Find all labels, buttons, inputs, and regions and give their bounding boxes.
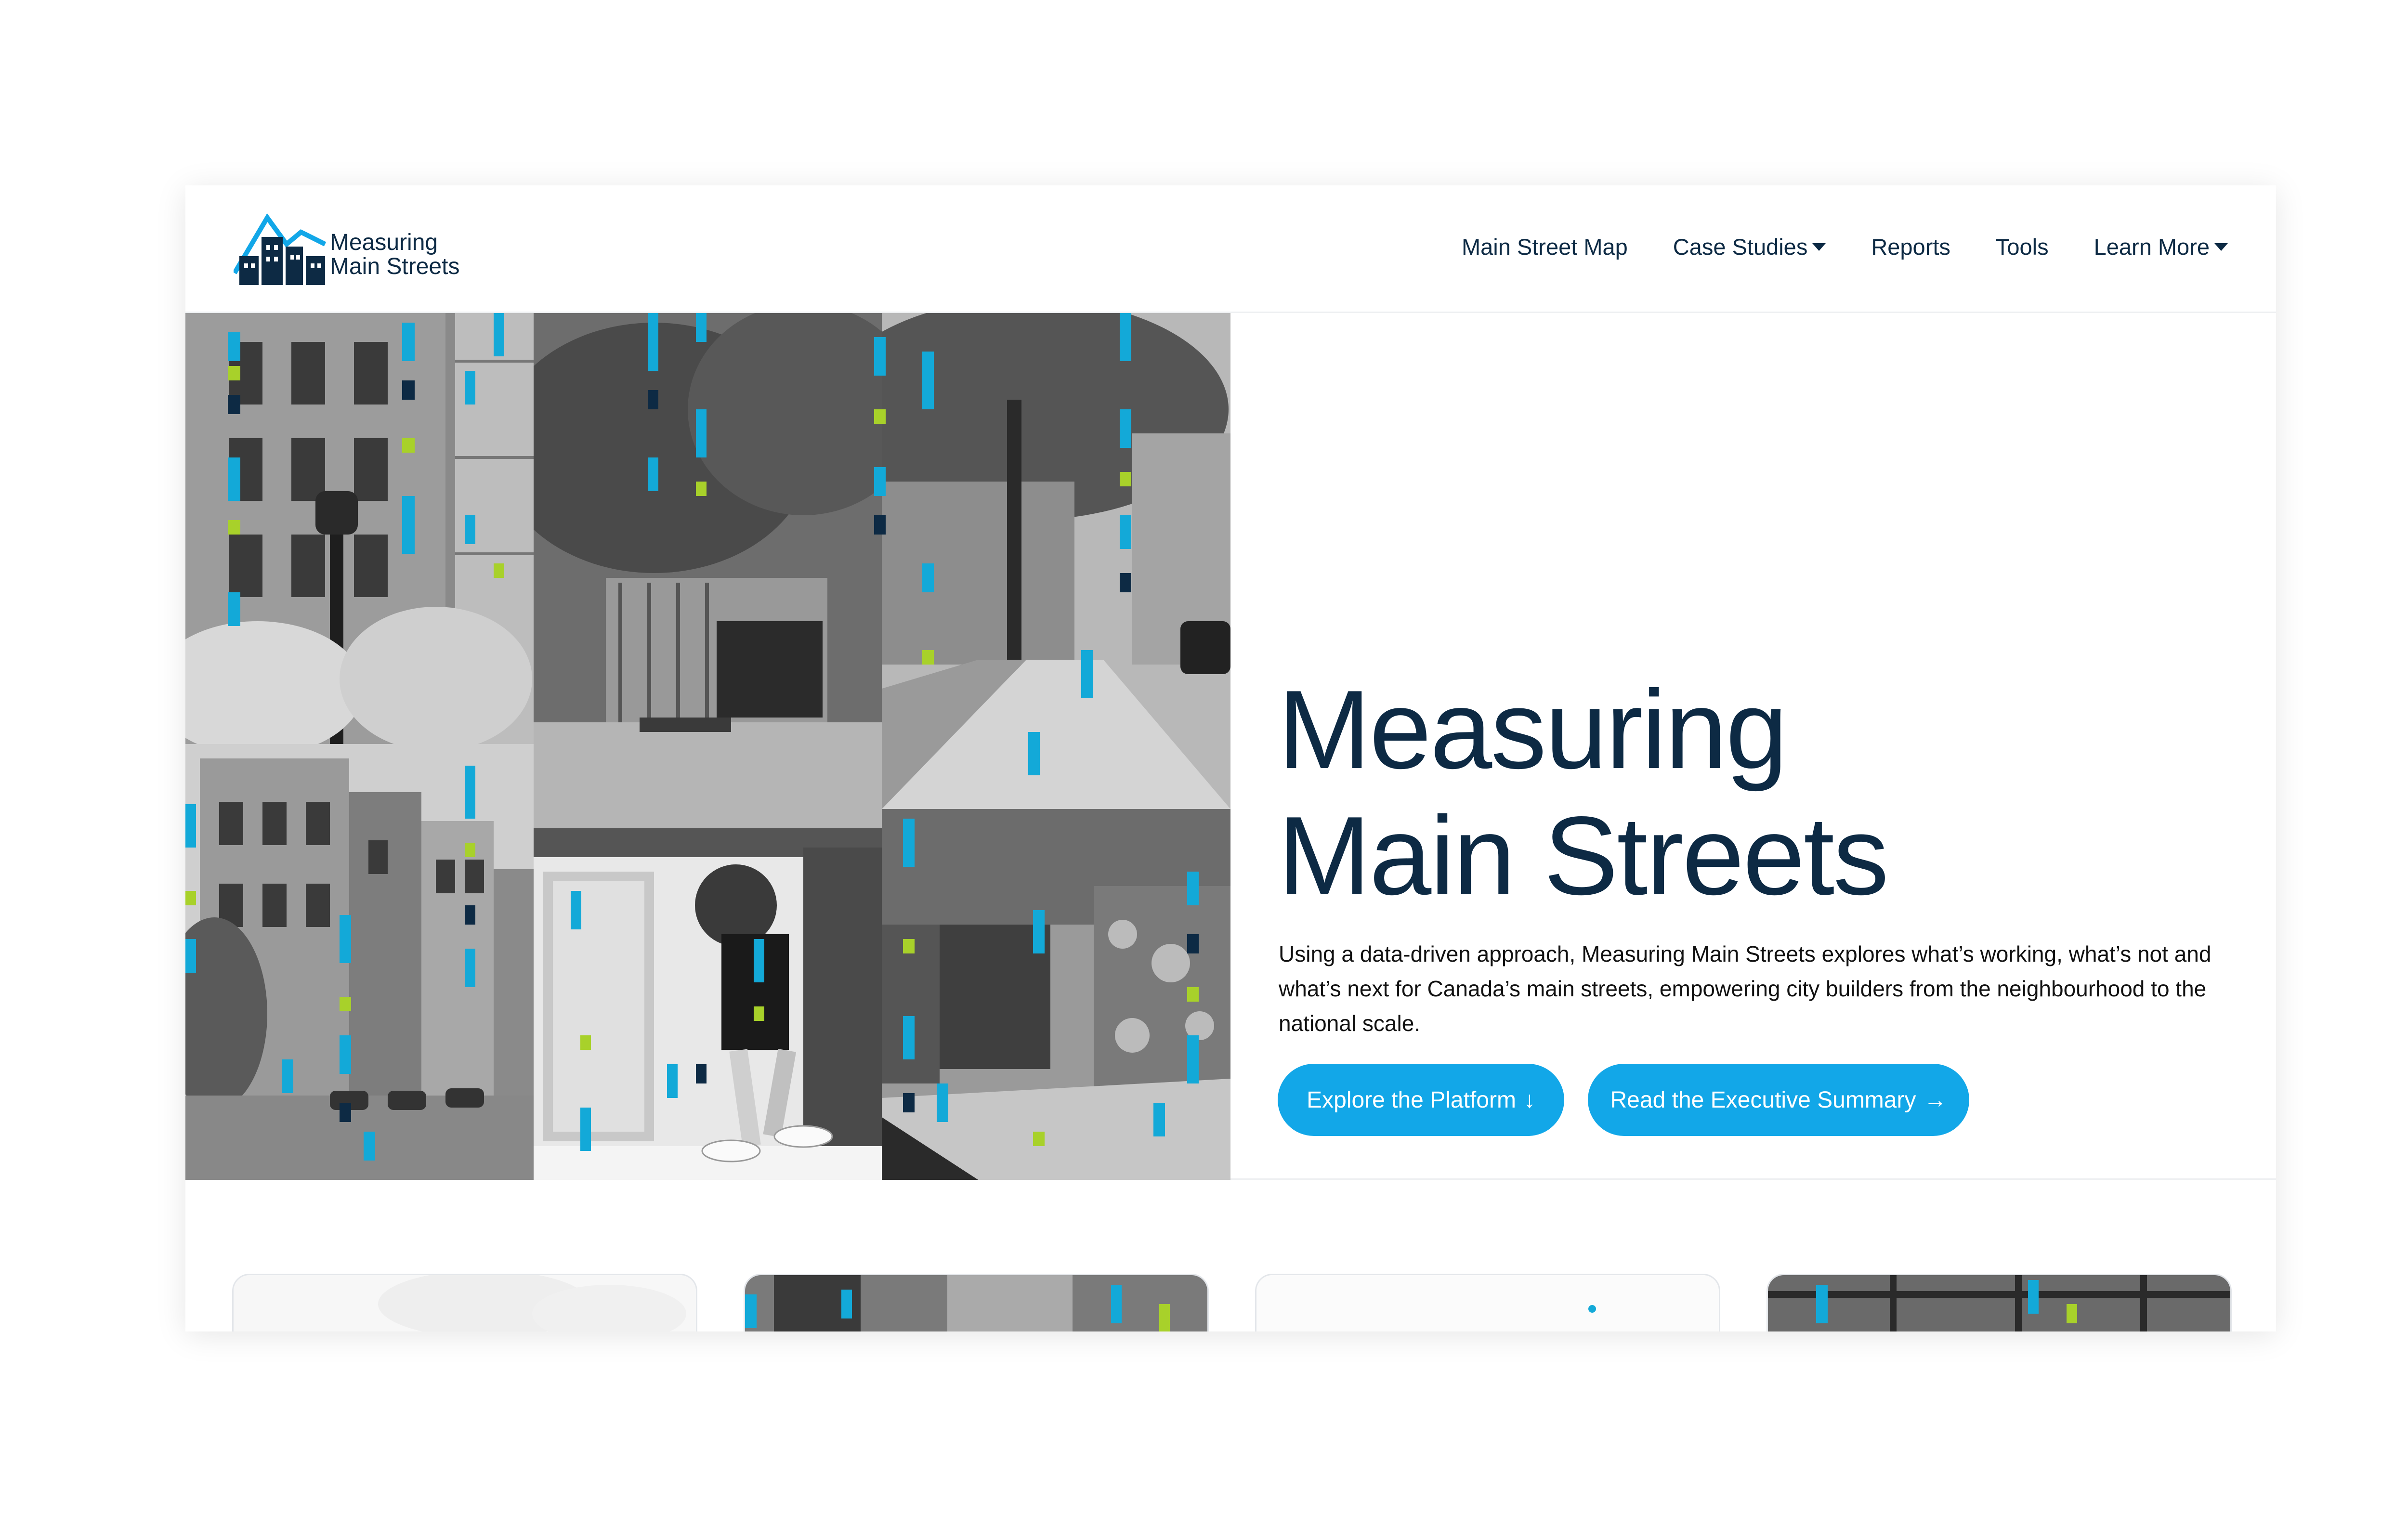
site-header: Measuring Main Streets Main Street Map C… <box>185 185 2276 313</box>
arrow-right-icon: → <box>1924 1087 1947 1113</box>
site-logo[interactable]: Measuring Main Streets <box>234 210 484 287</box>
nav-learn-more-label: Learn More <box>2094 234 2210 260</box>
page-window: Measuring Main Streets Main Street Map C… <box>185 185 2276 1331</box>
section-divider <box>1230 1178 2276 1180</box>
data-pixel-overlay <box>185 313 1199 1161</box>
hero-title-line-1: Measuring <box>1278 667 1788 792</box>
logo-line-2: Main Streets <box>330 254 460 279</box>
nav-reports-label: Reports <box>1871 234 1950 260</box>
main-nav: Main Street Map Case Studies Reports Too… <box>1462 234 2228 260</box>
nav-main-street-map[interactable]: Main Street Map <box>1462 234 1628 260</box>
feature-card-4[interactable] <box>1767 1274 2232 1331</box>
explore-platform-button[interactable]: Explore the Platform ↓ <box>1278 1064 1564 1136</box>
hero-photo-collage <box>185 313 1230 1180</box>
explore-platform-label: Explore the Platform <box>1307 1087 1516 1113</box>
logo-buildings-icon <box>234 213 327 285</box>
feature-card-3[interactable] <box>1255 1274 1720 1331</box>
caret-down-icon <box>2214 243 2228 251</box>
logo-line-1: Measuring <box>330 230 438 255</box>
logo-text: Measuring Main Streets <box>330 231 459 279</box>
nav-main-street-map-label: Main Street Map <box>1461 234 1628 260</box>
caret-down-icon <box>1812 243 1826 251</box>
executive-summary-label: Read the Executive Summary <box>1610 1087 1916 1113</box>
nav-tools[interactable]: Tools <box>1996 234 2049 260</box>
executive-summary-button[interactable]: Read the Executive Summary → <box>1588 1064 1969 1136</box>
nav-case-studies-label: Case Studies <box>1673 234 1808 260</box>
nav-case-studies[interactable]: Case Studies <box>1673 234 1826 260</box>
arrow-down-icon: ↓ <box>1523 1087 1535 1113</box>
hero-title: Measuring Main Streets <box>1278 667 1889 919</box>
hero-description: Using a data-driven approach, Measuring … <box>1279 941 2212 1036</box>
feature-card-2[interactable] <box>744 1274 1209 1331</box>
hero-title-line-2: Main Streets <box>1278 794 1889 918</box>
nav-tools-label: Tools <box>1995 234 2049 260</box>
nav-reports[interactable]: Reports <box>1871 234 1950 260</box>
nav-learn-more[interactable]: Learn More <box>2094 234 2228 260</box>
feature-card-1[interactable] <box>232 1274 697 1331</box>
